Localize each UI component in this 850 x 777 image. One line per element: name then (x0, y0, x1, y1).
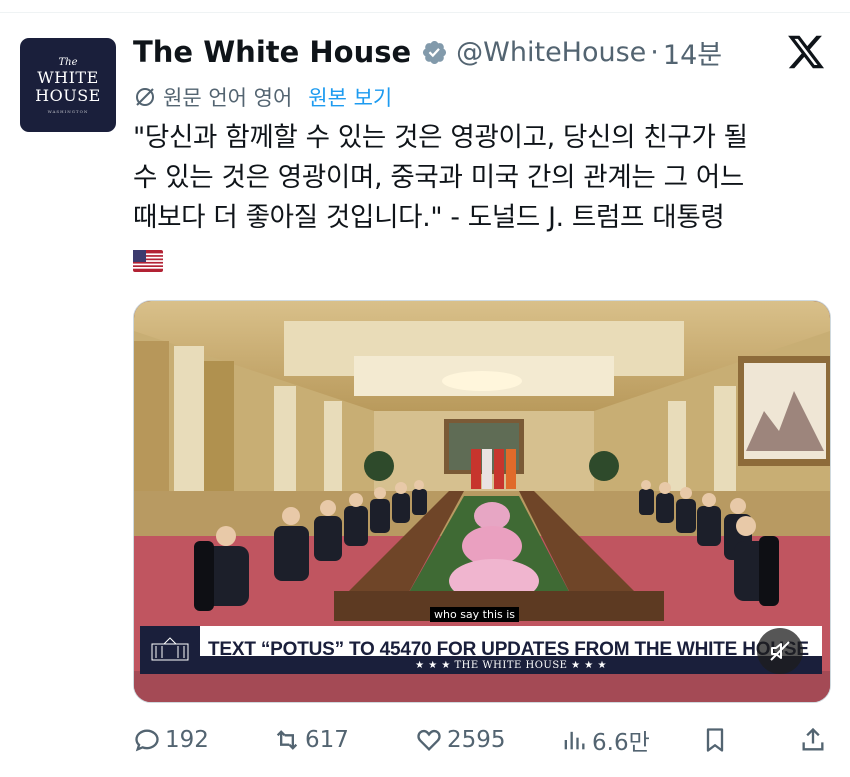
repost-icon (276, 730, 298, 750)
media-video[interactable]: who say this is TEXT “POTUS” TO 45470 FO… (133, 300, 831, 703)
tweet-text: "당신과 함께할 수 있는 것은 영광이고, 당신의 친구가 될 수 있는 것은… (133, 118, 823, 238)
top-divider (0, 0, 850, 13)
tweet-actions: 192 617 2595 6.6만 (133, 722, 833, 758)
translation-label: 원문 언어 영어 (163, 86, 293, 110)
show-original-link[interactable]: 원본 보기 (308, 82, 392, 112)
avatar-the: The (58, 56, 78, 68)
views-count: 6.6만 (592, 730, 650, 756)
post-time[interactable]: 14분 (663, 33, 722, 72)
white-house-banner-logo (140, 626, 200, 674)
tweet-line-1: "당신과 함께할 수 있는 것은 영광이고, 당신의 친구가 될 (133, 122, 748, 153)
bookmark-button[interactable] (701, 722, 733, 758)
like-icon (417, 729, 441, 751)
translation-info: 원문 언어 영어 원본 보기 (133, 80, 392, 114)
video-subtitle: who say this is (430, 607, 520, 622)
mute-icon (770, 641, 790, 661)
us-flag-emoji (133, 250, 163, 272)
author-name[interactable]: The White House (133, 35, 411, 69)
author-handle[interactable]: @WhiteHouse (456, 37, 646, 68)
views-icon (564, 731, 585, 750)
header-separator: · (650, 36, 659, 68)
like-button[interactable]: 2595 (415, 722, 506, 758)
repost-count: 617 (305, 727, 349, 753)
share-icon (802, 727, 824, 751)
reply-button[interactable]: 192 (133, 722, 209, 758)
avatar[interactable]: The WHITE HOUSE WASHINGTON (20, 38, 116, 132)
tweet-line-3: 때보다 더 좋아질 것입니다." - 도널드 J. 트럼프 대통령 (133, 202, 725, 233)
like-count: 2595 (447, 727, 506, 753)
views-button[interactable]: 6.6만 (560, 722, 650, 758)
avatar-washington: WASHINGTON (47, 108, 89, 114)
tweet-header: The White House @WhiteHouse · 14분 (133, 30, 722, 74)
avatar-white: WHITE (37, 67, 99, 87)
mute-button[interactable] (757, 628, 803, 674)
bookmark-icon (706, 728, 724, 752)
avatar-house: HOUSE (35, 85, 101, 105)
share-button[interactable] (799, 722, 831, 758)
reply-icon (135, 729, 159, 752)
translate-icon (136, 88, 154, 106)
repost-button[interactable]: 617 (273, 722, 349, 758)
tweet-line-2: 수 있는 것은 영광이며, 중국과 미국 간의 관계는 그 어느 (133, 162, 744, 193)
x-logo-icon[interactable] (786, 32, 826, 72)
verified-badge-icon (423, 40, 447, 64)
reply-count: 192 (165, 727, 209, 753)
promo-banner-sub: ★ ★ ★ THE WHITE HOUSE ★ ★ ★ (200, 656, 822, 674)
